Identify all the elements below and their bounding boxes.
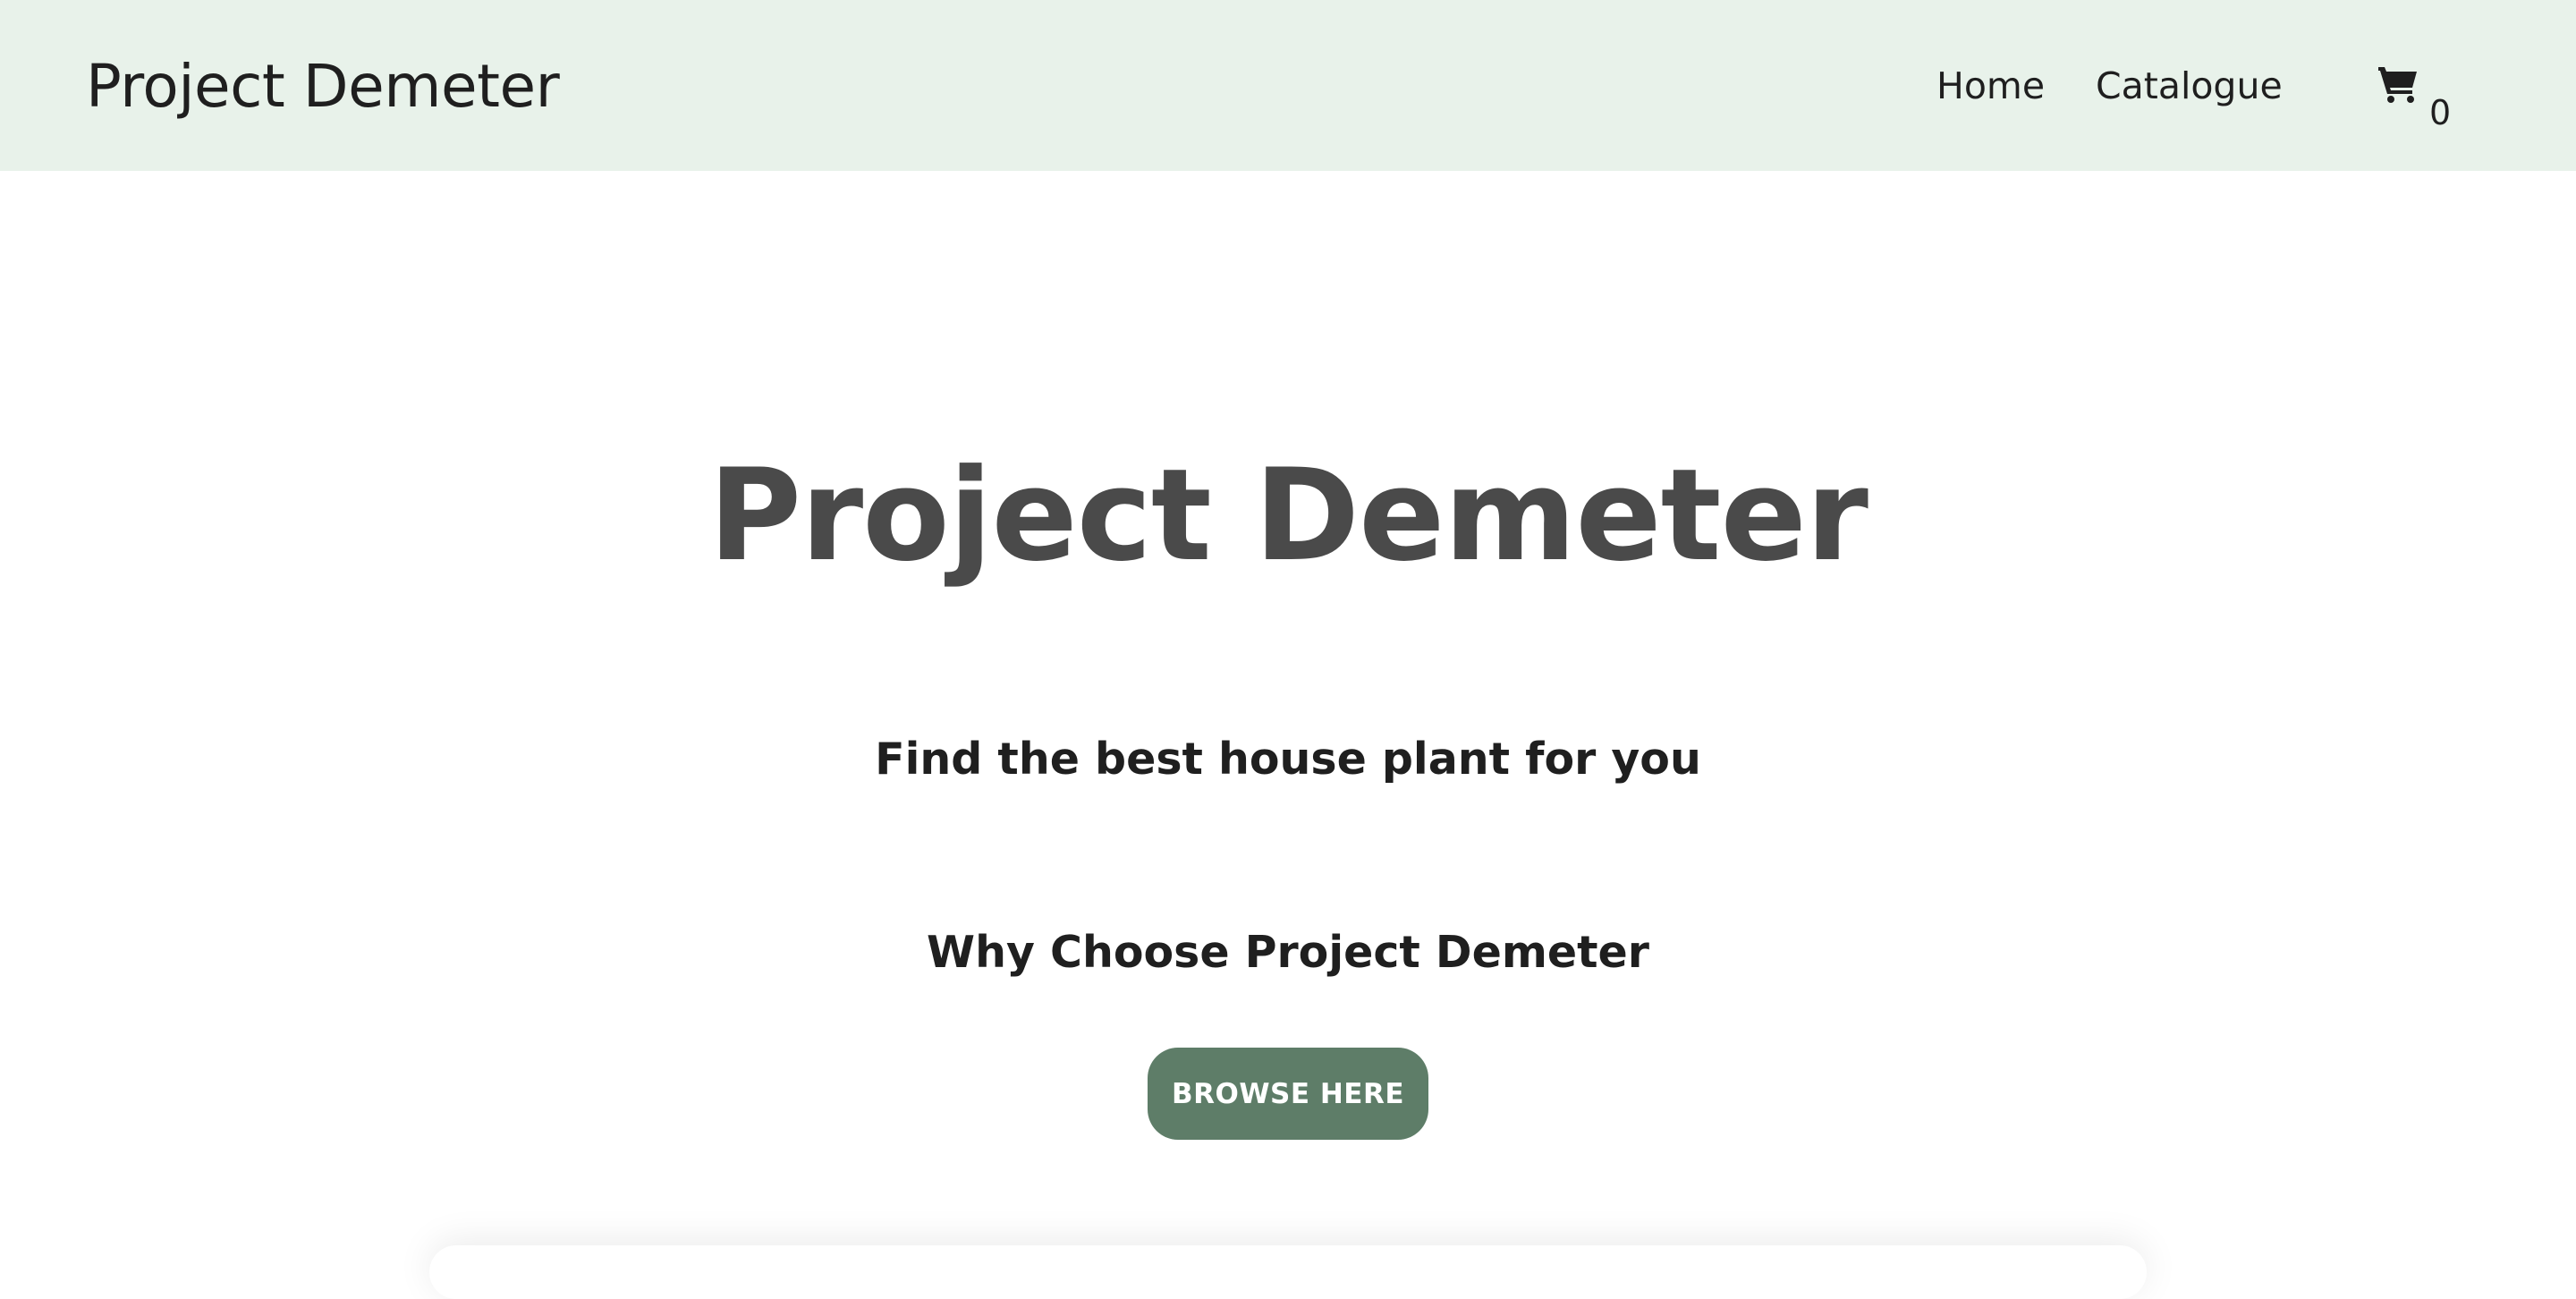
browse-button[interactable]: BROWSE HERE	[1148, 1048, 1428, 1140]
cart-button[interactable]: 0	[2374, 63, 2454, 134]
nav-link-home[interactable]: Home	[1936, 64, 2045, 107]
why-choose-heading: Why Choose Project Demeter	[927, 927, 1649, 978]
content-card-edge	[429, 1245, 2147, 1299]
hero-title: Project Demeter	[708, 442, 1868, 590]
cart-icon	[2378, 67, 2417, 103]
cart-count-badge: 0	[2429, 93, 2452, 132]
hero-subtitle: Find the best house plant for you	[875, 734, 1701, 785]
brand-logo-text[interactable]: Project Demeter	[86, 52, 560, 121]
navbar: Project Demeter Home Catalogue 0	[0, 0, 2576, 171]
nav-link-catalogue[interactable]: Catalogue	[2096, 64, 2283, 107]
